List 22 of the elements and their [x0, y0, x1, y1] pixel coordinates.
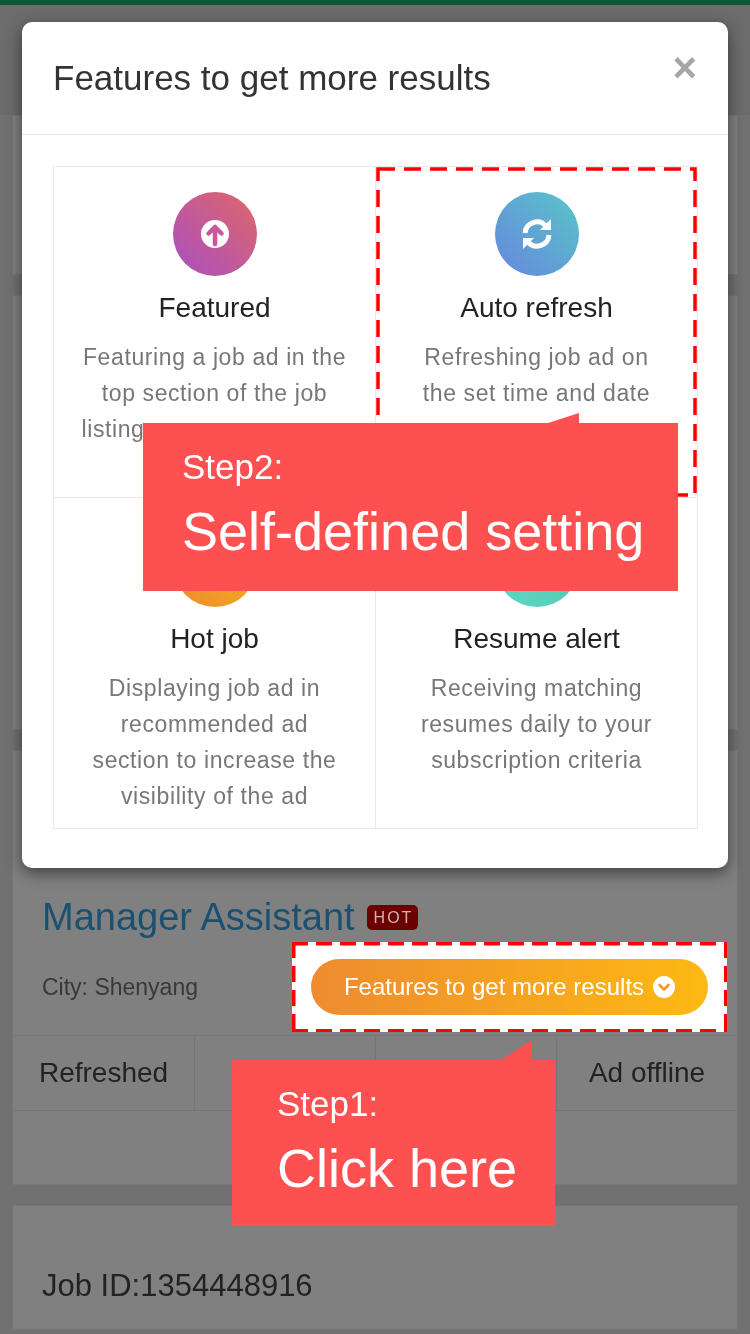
feature-description: Receiving matching resumes daily to your subscription criteria — [419, 674, 654, 775]
features-button[interactable]: Features to get more results — [311, 959, 708, 1015]
step-label: Step1: — [277, 1084, 380, 1124]
feature-title: Featured — [158, 291, 271, 325]
action-button[interactable]: Refreshed — [13, 1036, 194, 1110]
step-label: Step2: — [182, 447, 285, 487]
status-badge: HOT — [366, 904, 419, 930]
feature-description: Featuring a job ad in the top section of the job listing — [81, 343, 348, 444]
chevron-down-icon — [653, 976, 676, 998]
feature-title: Auto refresh — [460, 291, 613, 325]
callout-text: Click here — [277, 1137, 519, 1199]
feature-title: Resume alert — [453, 622, 620, 656]
modal-title: Features to get more results — [53, 58, 491, 98]
feature-description: Refreshing job ad on the set time and date — [421, 343, 652, 408]
action-button[interactable]: Ad offline — [556, 1036, 737, 1110]
job-title[interactable]: Manager Assistant — [42, 895, 355, 939]
job-id-text: Job ID:1354448916 — [42, 1268, 313, 1303]
feature-description: Displaying job ad in recommended ad section to increase the visibility of the ad — [91, 674, 338, 811]
feature-title: Hot job — [170, 622, 259, 656]
refresh-icon — [494, 192, 579, 276]
city-text: City: Shenyang — [42, 973, 198, 1001]
close-button[interactable]: × — [672, 50, 697, 86]
